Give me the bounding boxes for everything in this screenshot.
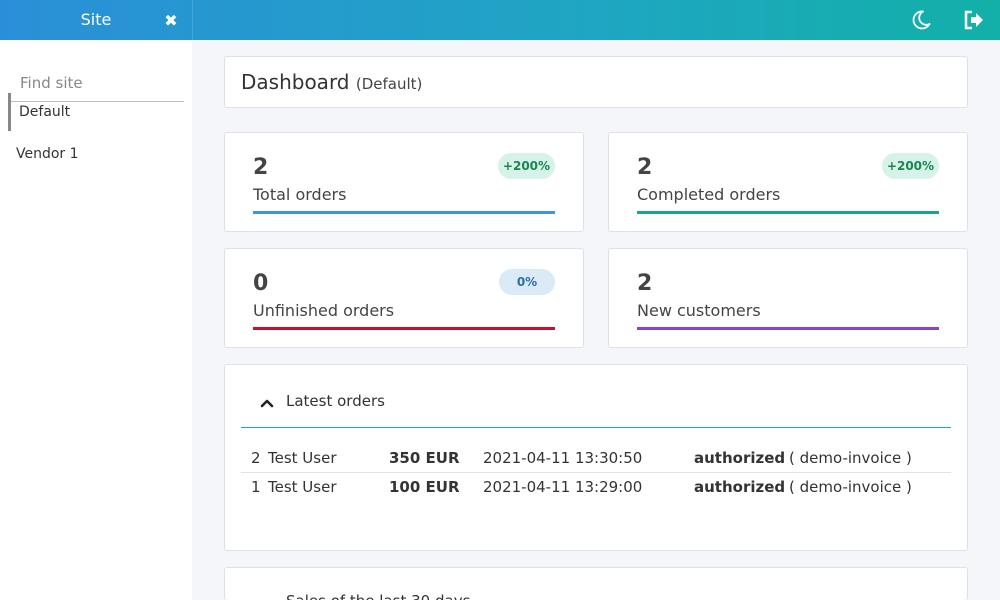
page-subtitle: (Default) xyxy=(355,75,423,93)
stat-underline xyxy=(253,327,555,330)
sidebar-item-default[interactable]: Default xyxy=(8,93,184,131)
stat-card-unfinished-orders: 0 Unfinished orders 0% xyxy=(224,248,584,348)
stat-value: 2 xyxy=(253,155,269,180)
stat-value: 0 xyxy=(253,271,269,296)
sales-panel: Sales of the last 30 days xyxy=(224,567,968,600)
order-amount: 350 EUR xyxy=(389,449,460,467)
latest-orders-header[interactable]: Latest orders xyxy=(241,365,951,428)
stat-card-new-customers: 2 New customers xyxy=(608,248,968,348)
stat-underline xyxy=(637,211,939,214)
stat-value: 2 xyxy=(637,155,653,180)
site-sidebar: Default Vendor 1 xyxy=(0,40,192,600)
stat-label: New customers xyxy=(637,301,761,320)
stat-change-badge: +200% xyxy=(498,153,555,179)
stat-card-total-orders: 2 Total orders +200% xyxy=(224,132,584,232)
logout-icon[interactable] xyxy=(962,8,986,32)
stat-label: Total orders xyxy=(253,185,347,204)
order-date: 2021-04-11 13:29:00 xyxy=(483,478,643,496)
order-status: authorized xyxy=(694,478,786,496)
sidebar-item-label: Default xyxy=(19,104,71,120)
stat-change-badge: 0% xyxy=(499,269,555,295)
topbar-divider xyxy=(192,0,193,40)
latest-orders-panel: Latest orders 2 Test User 350 EUR 2021-0… xyxy=(224,364,968,551)
page-title: Dashboard (Default) xyxy=(241,70,422,94)
order-id: 2 xyxy=(251,449,261,467)
top-bar: Site ✖ xyxy=(0,0,1000,40)
sidebar-item-label: Vendor 1 xyxy=(16,146,79,162)
dark-mode-moon-icon[interactable] xyxy=(909,8,933,32)
sidebar-item-vendor-1[interactable]: Vendor 1 xyxy=(0,135,176,173)
latest-orders-title: Latest orders xyxy=(286,392,385,410)
order-date: 2021-04-11 13:30:50 xyxy=(483,449,643,467)
order-id: 1 xyxy=(251,478,261,496)
stat-label: Unfinished orders xyxy=(253,301,395,320)
order-payment-service: ( demo-invoice ) xyxy=(789,449,912,467)
stat-label: Completed orders xyxy=(637,185,781,204)
stat-value: 2 xyxy=(637,271,653,296)
order-payment-service: ( demo-invoice ) xyxy=(789,478,912,496)
order-customer: Test User xyxy=(268,478,337,496)
chevron-up-icon[interactable] xyxy=(259,395,275,411)
sales-panel-title: Sales of the last 30 days xyxy=(286,592,470,600)
stat-underline xyxy=(637,327,939,330)
stat-card-completed-orders: 2 Completed orders +200% xyxy=(608,132,968,232)
table-row[interactable]: 2 Test User 350 EUR 2021-04-11 13:30:50 … xyxy=(241,444,951,473)
order-status: authorized xyxy=(694,449,786,467)
page-title-text: Dashboard xyxy=(241,70,350,94)
order-amount: 100 EUR xyxy=(389,478,460,496)
dashboard-header: Dashboard (Default) xyxy=(224,56,968,108)
order-customer: Test User xyxy=(268,449,337,467)
close-icon[interactable]: ✖ xyxy=(160,10,182,32)
stat-underline xyxy=(253,211,555,214)
stat-change-badge: +200% xyxy=(882,153,939,179)
table-row[interactable]: 1 Test User 100 EUR 2021-04-11 13:29:00 … xyxy=(241,473,951,502)
